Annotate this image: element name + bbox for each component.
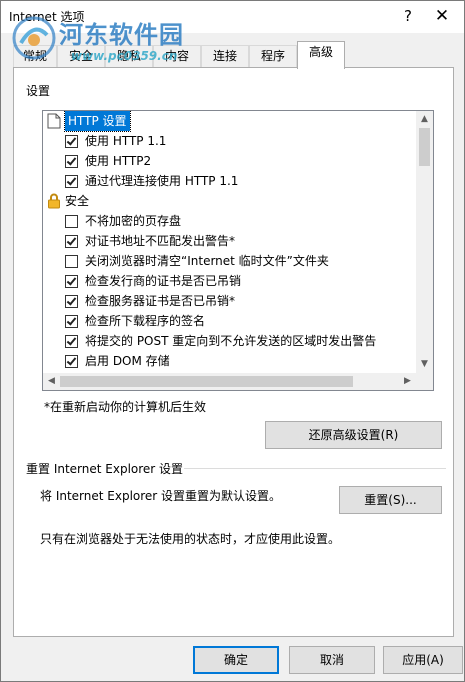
checkbox[interactable] [65, 315, 78, 328]
reset-hint: 只有在浏览器处于无法使用的状态时，才应使用此设置。 [40, 532, 341, 546]
list-item[interactable]: 检查所下载程序的签名 [43, 311, 416, 331]
list-item[interactable]: 对证书地址不匹配发出警告* [43, 231, 416, 251]
setting-label: 启用 DOM 存储 [85, 354, 170, 368]
horizontal-scrollbar[interactable]: ◀ ▶ [43, 373, 416, 390]
tab-general[interactable]: 常规 [13, 45, 57, 68]
ok-button[interactable]: 确定 [193, 646, 279, 674]
setting-label: 关闭浏览器时清空“Internet 临时文件”文件夹 [85, 254, 329, 268]
section-divider [184, 468, 446, 469]
list-item[interactable]: HTTP 设置 [43, 111, 416, 132]
setting-label: 通过代理连接使用 HTTP 1.1 [85, 174, 239, 188]
check-mark-icon [66, 175, 77, 186]
check-mark-icon [66, 355, 77, 366]
button-label: 确定 [223, 653, 248, 667]
setting-label: 检查发行商的证书是否已吊销 [85, 274, 242, 288]
button-label: 应用(A) [402, 653, 444, 667]
tab-security[interactable]: 安全 [57, 45, 105, 68]
check-mark-icon [66, 275, 77, 286]
scroll-right-icon[interactable]: ▶ [399, 373, 416, 390]
checkbox[interactable] [65, 175, 78, 188]
window-title: Internet 选项 [9, 10, 85, 24]
tab-content[interactable]: 内容 [153, 45, 201, 68]
tab-label: 连接 [212, 49, 237, 63]
check-mark-icon [66, 295, 77, 306]
scrollbar-corner [416, 373, 433, 390]
tab-advanced[interactable]: 高级 [297, 41, 345, 69]
checkbox[interactable] [65, 155, 78, 168]
list-item[interactable]: 检查发行商的证书是否已吊销 [43, 271, 416, 291]
checkbox[interactable] [65, 215, 78, 228]
checkbox[interactable] [65, 295, 78, 308]
reset-description: 将 Internet Explorer 设置重置为默认设置。 [40, 489, 282, 503]
scroll-left-icon[interactable]: ◀ [43, 373, 60, 390]
button-label: 取消 [319, 653, 344, 667]
reset-button[interactable]: 重置(S)... [339, 486, 442, 514]
cancel-button[interactable]: 取消 [289, 646, 375, 674]
setting-label: 将提交的 POST 重定向到不允许发送的区域时发出警告 [85, 334, 377, 348]
horizontal-scroll-thumb[interactable] [60, 376, 353, 387]
tab-label: 内容 [164, 49, 189, 63]
checkbox[interactable] [65, 355, 78, 368]
close-button[interactable]: ✕ [431, 5, 453, 27]
button-label: 重置(S)... [364, 493, 417, 507]
checkbox[interactable] [65, 255, 78, 268]
setting-label: 使用 HTTP 1.1 [85, 134, 167, 148]
group-label-http: HTTP 设置 [64, 111, 131, 132]
check-mark-icon [66, 155, 77, 166]
apply-button[interactable]: 应用(A) [383, 646, 463, 674]
tab-programs[interactable]: 程序 [249, 45, 297, 68]
reset-section-title: 重置 Internet Explorer 设置 [26, 462, 184, 476]
restore-advanced-settings-button[interactable]: 还原高级设置(R) [265, 421, 442, 449]
tab-label: 隐私 [116, 49, 141, 63]
check-mark-icon [66, 315, 77, 326]
lock-icon [48, 193, 60, 209]
advanced-tab-panel: 设置 HTTP 设置 使用 HTTP 1.1 使用 HTTP2 通过代理连接使用… [13, 67, 454, 637]
checkbox[interactable] [65, 235, 78, 248]
setting-label: 对证书地址不匹配发出警告* [85, 234, 236, 248]
checkbox[interactable] [65, 275, 78, 288]
list-item[interactable]: 检查服务器证书是否已吊销* [43, 291, 416, 311]
tab-privacy[interactable]: 隐私 [105, 45, 153, 68]
vertical-scrollbar[interactable]: ▲ ▼ [416, 111, 433, 373]
vertical-scroll-thumb[interactable] [419, 128, 430, 166]
list-item[interactable]: 通过代理连接使用 HTTP 1.1 [43, 171, 416, 191]
tab-label: 常规 [22, 49, 47, 63]
page-icon [47, 113, 61, 129]
setting-label: 不将加密的页存盘 [85, 214, 182, 228]
tab-strip: 常规 安全 隐私 内容 连接 程序 高级 [13, 41, 453, 69]
group-label-security: 安全 [65, 194, 90, 208]
tab-label: 安全 [68, 49, 93, 63]
list-item[interactable]: 不将加密的页存盘 [43, 211, 416, 231]
restart-note: *在重新启动你的计算机后生效 [44, 400, 207, 414]
title-bar[interactable]: Internet 选项 ? ✕ [1, 1, 464, 33]
checkbox[interactable] [65, 335, 78, 348]
list-item[interactable]: 使用 HTTP 1.1 [43, 131, 416, 151]
list-item[interactable]: 将提交的 POST 重定向到不允许发送的区域时发出警告 [43, 331, 416, 351]
scroll-down-icon[interactable]: ▼ [416, 356, 433, 373]
tab-label: 程序 [260, 49, 285, 63]
help-button[interactable]: ? [397, 5, 419, 27]
list-item[interactable]: 关闭浏览器时清空“Internet 临时文件”文件夹 [43, 251, 416, 271]
scroll-up-icon[interactable]: ▲ [416, 111, 433, 128]
internet-options-dialog: Internet 选项 ? ✕ 常规 安全 隐私 内容 连接 程序 高级 河东软… [0, 0, 465, 682]
list-item[interactable]: 使用 HTTP2 [43, 151, 416, 171]
tab-connections[interactable]: 连接 [201, 45, 249, 68]
checkbox[interactable] [65, 135, 78, 148]
button-label: 还原高级设置(R) [308, 428, 399, 442]
check-mark-icon [66, 335, 77, 346]
settings-group-label: 设置 [26, 84, 51, 98]
list-item[interactable]: 安全 [43, 191, 416, 211]
check-mark-icon [66, 235, 77, 246]
setting-label: 使用 HTTP2 [85, 154, 152, 168]
setting-label: 检查所下载程序的签名 [85, 314, 206, 328]
tab-label: 高级 [308, 45, 333, 59]
settings-tree-list[interactable]: HTTP 设置 使用 HTTP 1.1 使用 HTTP2 通过代理连接使用 HT… [42, 110, 434, 391]
setting-label: 检查服务器证书是否已吊销* [85, 294, 236, 308]
check-mark-icon [66, 135, 77, 146]
list-item[interactable]: 启用 DOM 存储 [43, 351, 416, 371]
